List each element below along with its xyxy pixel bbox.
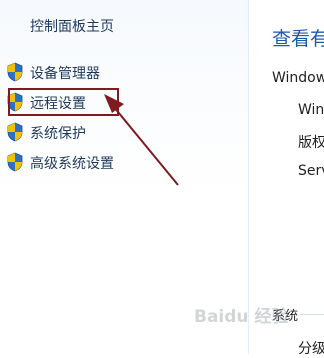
pane-divider — [248, 0, 249, 354]
windows-edition-heading: Window — [272, 70, 324, 86]
shield-icon — [7, 152, 23, 172]
sidebar-item-label: 高级系统设置 — [30, 156, 114, 172]
annotation-highlight-box — [8, 88, 119, 116]
sidebar-item-label: 设备管理器 — [30, 66, 100, 82]
shield-icon — [7, 62, 23, 82]
baidu-watermark: Baidu 经验 — [194, 307, 289, 327]
shield-icon — [7, 122, 23, 142]
service-pack-text: Serv — [298, 163, 324, 179]
rating-label: 分级 — [298, 341, 324, 357]
sidebar-item-device-manager[interactable]: 设备管理器 — [6, 61, 206, 83]
sidebar-item-system-protection[interactable]: 系统保护 — [6, 121, 206, 143]
edition-name: Win — [298, 102, 324, 118]
page-title: 查看有 — [272, 28, 324, 50]
sidebar-item-label: 系统保护 — [30, 126, 86, 142]
section-divider — [300, 314, 324, 315]
tasks-pane — [0, 0, 248, 354]
copyright-text: 版权 — [298, 135, 324, 151]
control-panel-home-link[interactable]: 控制面板主页 — [30, 16, 114, 36]
sidebar-item-advanced-system-settings[interactable]: 高级系统设置 — [6, 151, 206, 173]
